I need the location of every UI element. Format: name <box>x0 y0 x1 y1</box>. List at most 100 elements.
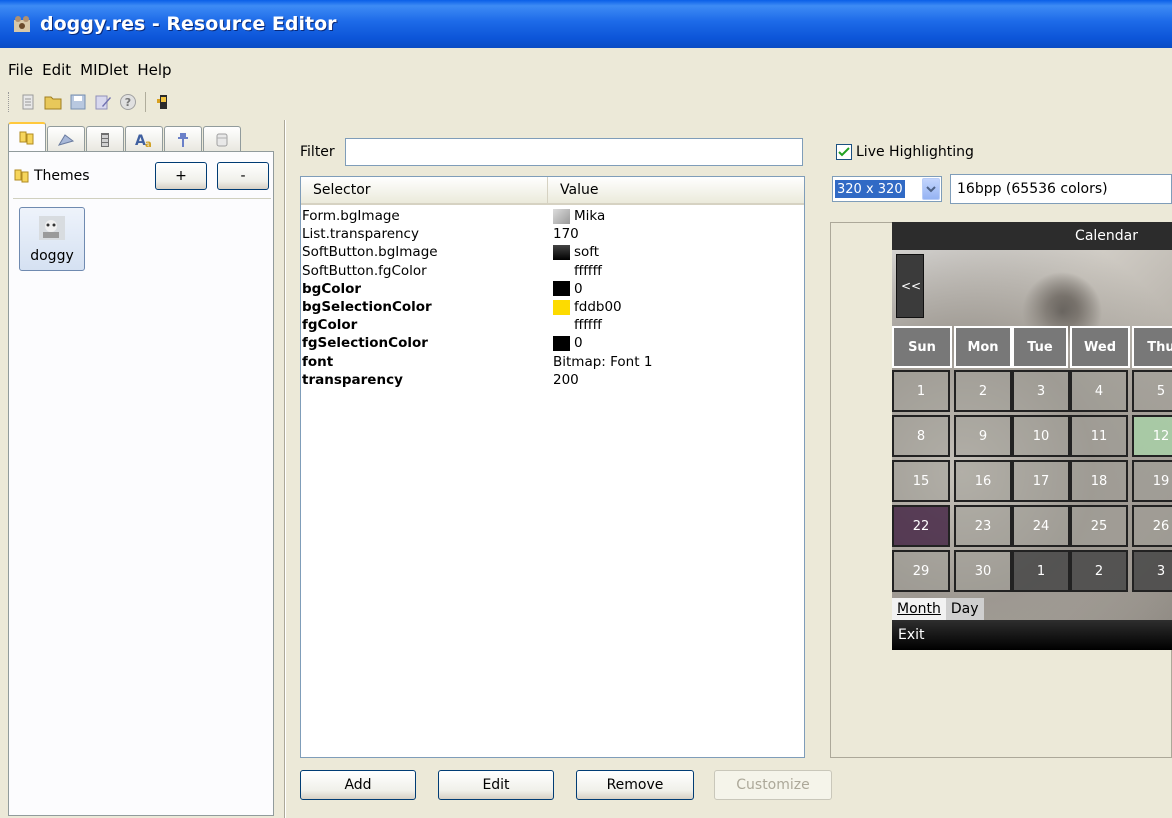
menu-midlet[interactable]: MIDlet <box>80 61 128 79</box>
selector-cell: transparency <box>302 371 403 388</box>
value-cell: 200 <box>553 372 803 388</box>
table-row[interactable]: font Bitmap: Font 1 <box>301 353 804 371</box>
value-cell: 170 <box>553 226 803 242</box>
help-icon: ? <box>120 94 136 110</box>
tab-day[interactable]: Day <box>945 598 984 620</box>
table-row[interactable]: fgSelectionColor 0 <box>301 334 804 352</box>
calendar-day-cell[interactable]: 1 <box>1012 550 1070 592</box>
calendar-day-cell[interactable]: 23 <box>954 505 1012 547</box>
tab-localization[interactable] <box>164 126 202 152</box>
calendar-day-cell[interactable]: 19 <box>1132 460 1172 502</box>
table-row[interactable]: fgColor ffffff <box>301 316 804 334</box>
table-row[interactable]: transparency 200 <box>301 371 804 389</box>
calendar-day-cell[interactable]: 16 <box>954 460 1012 502</box>
calendar-day-cell[interactable]: 5 <box>1132 370 1172 412</box>
table-row[interactable]: bgSelectionColor fddb00 <box>301 298 804 316</box>
calendar-day-cell[interactable]: 4 <box>1070 370 1128 412</box>
themes-icon <box>19 131 34 145</box>
save-button[interactable] <box>68 92 88 112</box>
themes-tab-panel: Themes + - doggy <box>8 151 274 816</box>
calendar-title: Calendar <box>892 222 1172 250</box>
save-icon <box>70 94 86 110</box>
value-text: 0 <box>574 280 583 297</box>
table-row[interactable]: Form.bgImage Mika <box>301 207 804 225</box>
filter-label: Filter <box>300 144 335 160</box>
new-button[interactable] <box>18 92 38 112</box>
calendar-day-cell[interactable]: 17 <box>1012 460 1070 502</box>
add-theme-button[interactable]: + <box>155 162 207 190</box>
value-cell: ffffff <box>553 263 803 279</box>
theme-item-doggy[interactable]: doggy <box>19 207 85 271</box>
customize-button[interactable]: Customize <box>714 770 832 800</box>
calendar-day-cell[interactable]: 26 <box>1132 505 1172 547</box>
table-rows: Form.bgImage Mika List.transparency 170 Soft… <box>301 205 804 389</box>
calendar-day-cell[interactable]: 15 <box>892 460 950 502</box>
tab-animations[interactable] <box>47 126 85 152</box>
calendar-day-cell[interactable]: 3 <box>1132 550 1172 592</box>
tab-month[interactable]: Month <box>892 598 946 620</box>
phone-preview[interactable]: Calendar << Sun Mon Tue Wed Thu 1 2 3 4 5 8 9 10 11 12… <box>892 222 1172 650</box>
calendar-day-cell[interactable]: 9 <box>954 415 1012 457</box>
run-button[interactable] <box>153 92 173 112</box>
remove-button[interactable]: Remove <box>576 770 694 800</box>
calendar-day-cell[interactable]: 12 <box>1132 415 1172 457</box>
calendar-day-cell[interactable]: 30 <box>954 550 1012 592</box>
calendar-day-cell[interactable]: 11 <box>1070 415 1128 457</box>
title-bar[interactable]: doggy.res - Resource Editor <box>0 0 1172 48</box>
column-header-selector[interactable]: Selector <box>301 177 548 203</box>
calendar-day-cell[interactable]: 3 <box>1012 370 1070 412</box>
calendar-day-cell[interactable]: 2 <box>954 370 1012 412</box>
font-icon: Aa <box>135 133 152 149</box>
menu-help[interactable]: Help <box>137 61 171 79</box>
live-highlighting-checkbox[interactable] <box>836 144 852 160</box>
help-button[interactable]: ? <box>118 92 138 112</box>
previous-month-button[interactable]: << <box>896 254 924 318</box>
edit-button[interactable] <box>93 92 113 112</box>
value-text: 200 <box>553 371 579 388</box>
calendar-day-cell[interactable]: 1 <box>892 370 950 412</box>
calendar-day-cell[interactable]: 10 <box>1012 415 1070 457</box>
tab-data[interactable] <box>203 126 241 152</box>
calendar-day-cell[interactable]: 8 <box>892 415 950 457</box>
calendar-day-cell[interactable]: 2 <box>1070 550 1128 592</box>
table-row[interactable]: SoftButton.fgColor ffffff <box>301 262 804 280</box>
menu-edit[interactable]: Edit <box>42 61 71 79</box>
menu-bar: File Edit MIDlet Help <box>0 58 181 82</box>
column-header-value[interactable]: Value <box>548 177 804 203</box>
new-icon <box>22 94 34 110</box>
tab-images[interactable] <box>86 126 124 152</box>
value-cell: ffffff <box>553 317 803 333</box>
value-text: Mika <box>574 208 606 225</box>
calendar-day-cell[interactable]: 25 <box>1070 505 1128 547</box>
add-button[interactable]: Add <box>300 770 416 800</box>
tab-fonts[interactable]: Aa <box>125 126 163 152</box>
value-cell: Bitmap: Font 1 <box>553 354 803 370</box>
themes-list: doggy <box>13 198 271 810</box>
chevron-down-icon[interactable] <box>922 178 940 200</box>
color-depth-field[interactable]: 16bpp (65536 colors) <box>950 174 1172 204</box>
color-swatch <box>553 263 570 279</box>
tab-themes[interactable] <box>8 122 46 152</box>
calendar-day-cell[interactable]: 18 <box>1070 460 1128 502</box>
table-row[interactable]: SoftButton.bgImage soft <box>301 243 804 261</box>
animation-icon <box>57 133 75 146</box>
toolbar-grip[interactable] <box>8 92 11 112</box>
open-button[interactable] <box>43 92 63 112</box>
pencil-icon <box>95 95 111 110</box>
filter-input[interactable] <box>345 138 803 166</box>
edit-button[interactable]: Edit <box>438 770 554 800</box>
svg-text:a: a <box>145 139 152 149</box>
selector-cell: fgSelectionColor <box>302 335 428 352</box>
selector-cell: Form.bgImage <box>302 208 400 225</box>
calendar-day-cell[interactable]: 29 <box>892 550 950 592</box>
remove-theme-button[interactable]: - <box>217 162 269 190</box>
calendar-day-cell[interactable]: 22 <box>892 505 950 547</box>
resolution-select[interactable]: 320 x 320 <box>832 176 942 202</box>
table-row[interactable]: List.transparency 170 <box>301 225 804 243</box>
menu-file[interactable]: File <box>8 61 33 79</box>
calendar-day-cell[interactable]: 24 <box>1012 505 1070 547</box>
exit-softkey[interactable]: Exit <box>898 627 925 643</box>
split-pane-divider[interactable] <box>284 120 286 818</box>
softkey-bar: Exit <box>892 620 1172 650</box>
table-row[interactable]: bgColor 0 <box>301 280 804 298</box>
